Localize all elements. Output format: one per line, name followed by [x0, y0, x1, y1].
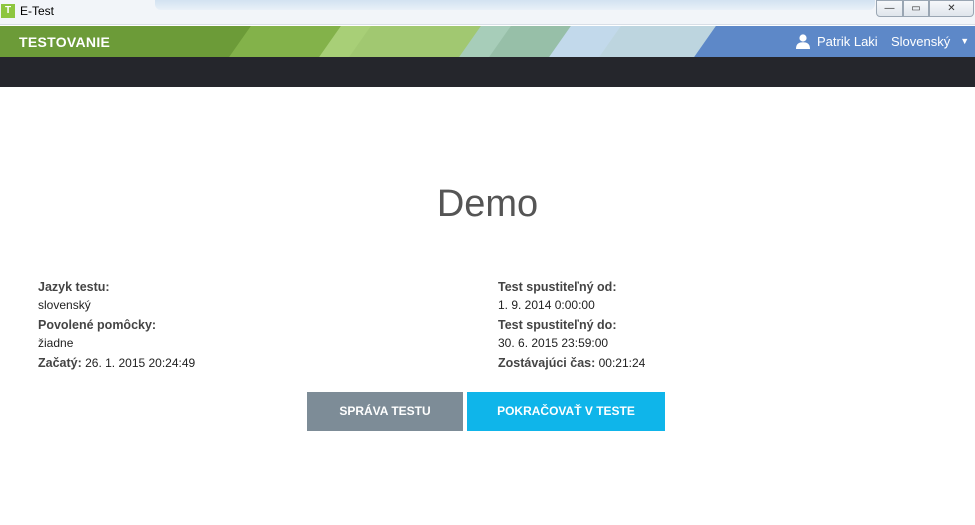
test-info-right: Test spustiteľný od: 1. 9. 2014 0:00:00 … — [498, 280, 645, 375]
window-titlebar: T E-Test — ▭ ✕ — [0, 0, 975, 25]
language-value: slovenský — [38, 298, 91, 312]
test-title: Demo — [436, 183, 539, 225]
manage-test-button[interactable]: SPRÁVA TESTU — [307, 392, 463, 431]
remaining-value: 00:21:24 — [595, 356, 646, 370]
close-button[interactable]: ✕ — [929, 0, 974, 17]
chevron-down-icon: ▼ — [960, 36, 970, 46]
app-icon: T — [1, 4, 15, 18]
aids-value: žiadne — [38, 336, 74, 350]
available-to-label: Test spustiteľný do: — [498, 318, 617, 332]
test-info-left: Jazyk testu: slovenský Povolené pomôcky:… — [38, 280, 195, 375]
maximize-button[interactable]: ▭ — [903, 0, 929, 17]
language-select[interactable]: Slovenský ▼ — [891, 34, 969, 49]
user-icon — [795, 33, 811, 49]
remaining-row: Zostávajúci čas: 00:21:24 — [498, 356, 645, 375]
remaining-label: Zostávajúci čas: — [498, 356, 596, 370]
titlebar-glass — [155, 0, 875, 10]
available-from-value: 1. 9. 2014 0:00:00 — [498, 298, 595, 312]
started-row: Začatý: 26. 1. 2015 20:24:49 — [38, 356, 195, 375]
language-value: Slovenský — [891, 34, 951, 49]
minimize-button[interactable]: — — [876, 0, 903, 17]
available-to-value: 30. 6. 2015 23:59:00 — [498, 336, 609, 350]
aids-label: Povolené pomôcky: — [38, 318, 157, 332]
user-menu[interactable]: Patrik Laki — [795, 33, 878, 49]
user-name: Patrik Laki — [817, 34, 878, 49]
window-title: E-Test — [20, 4, 55, 18]
started-label: Začatý: — [38, 356, 82, 370]
available-from-label: Test spustiteľný od: — [498, 280, 617, 294]
started-value: 26. 1. 2015 20:24:49 — [81, 356, 196, 370]
language-label: Jazyk testu: — [38, 280, 110, 294]
continue-test-button[interactable]: POKRAČOVAŤ V TESTE — [467, 392, 665, 431]
app-header: TESTOVANIE Patrik Laki Slovenský ▼ — [0, 26, 975, 57]
toolbar-bar — [0, 57, 975, 87]
app-name: TESTOVANIE — [19, 34, 111, 50]
